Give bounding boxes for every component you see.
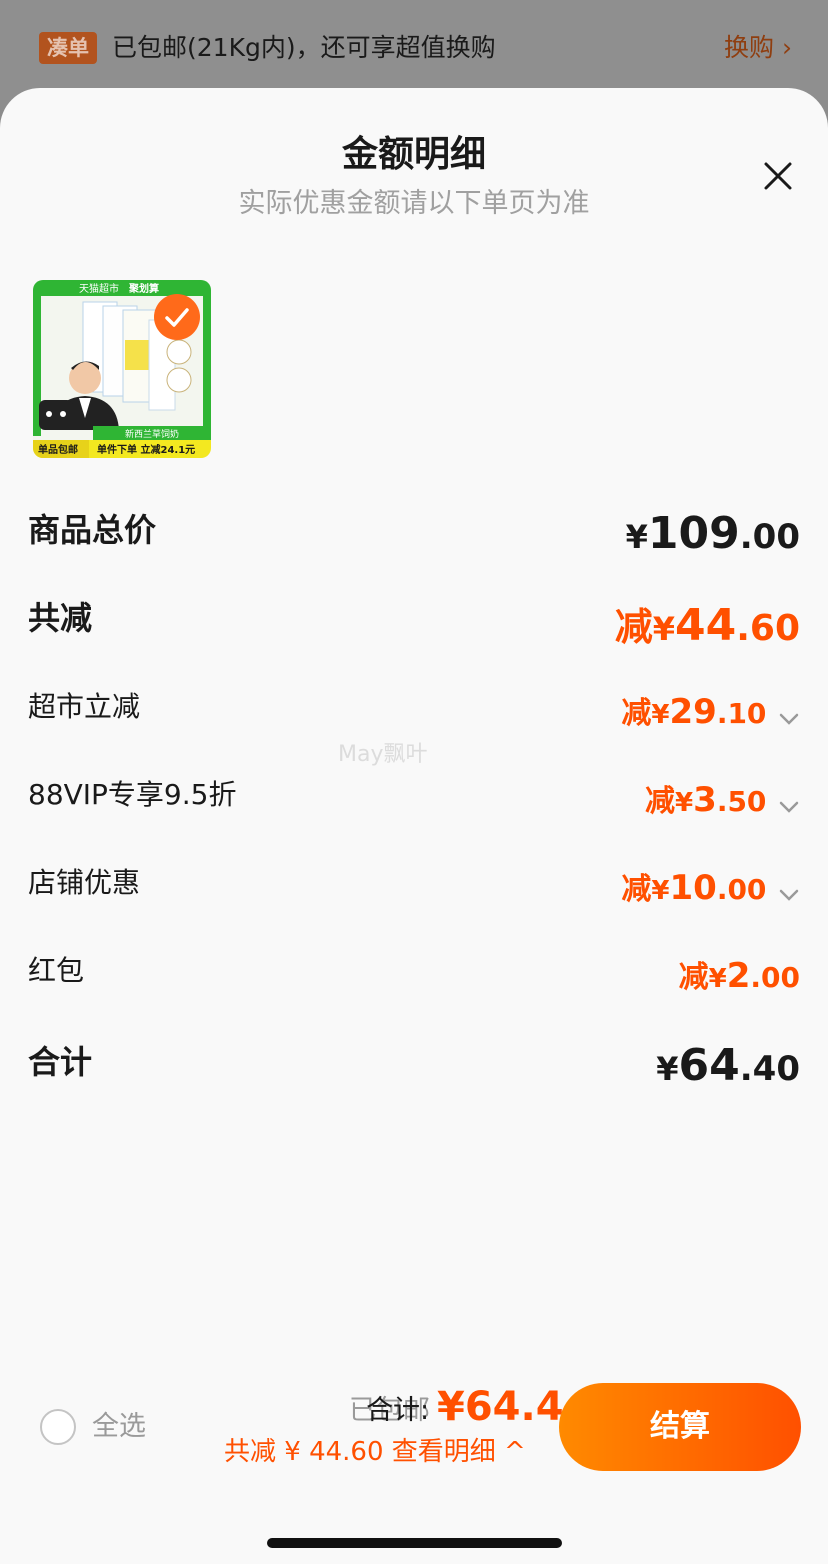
badge-left-text: 单品包邮	[38, 443, 78, 456]
chevron-down-icon[interactable]	[778, 800, 800, 814]
sum-value: ¥64.4	[437, 1384, 564, 1430]
row-goods-total: 商品总价 ¥109.00	[28, 508, 800, 559]
row-label: 88VIP专享9.5折	[28, 778, 237, 811]
row-value: ¥109.00	[625, 508, 800, 559]
amount-detail-sheet: 金额明细 实际优惠金额请以下单页为准 天猫超市 聚划算 新西兰草饲奶 单品包邮 …	[0, 88, 828, 1564]
close-icon[interactable]	[762, 160, 794, 192]
row-value: 减¥10.00	[621, 864, 800, 908]
row-grand-total: 合计 ¥64.40	[28, 1040, 800, 1091]
row-label: 超市立减	[28, 690, 141, 723]
sum-label: 合计:	[366, 1395, 430, 1426]
banner-left-text: 天猫超市	[79, 282, 119, 295]
free-shipping-hint: 已包邮(21Kg内)，还可享超值换购	[112, 33, 496, 62]
chevron-down-icon[interactable]	[778, 888, 800, 902]
row-label: 店铺优惠	[28, 866, 141, 899]
row-label: 共减	[28, 599, 93, 637]
row-label: 合计	[28, 1043, 93, 1081]
selected-check-icon[interactable]	[154, 294, 200, 340]
row-88vip-discount[interactable]: 88VIP专享9.5折 减¥3.50	[28, 776, 800, 820]
watermark: May飘叶	[338, 742, 428, 767]
chevron-down-icon[interactable]	[778, 712, 800, 726]
sheet-title: 金额明细	[341, 134, 486, 175]
row-supermarket-discount[interactable]: 超市立减 减¥29.10	[28, 688, 800, 732]
cart-top-banner: 凑单 已包邮(21Kg内)，还可享超值换购 换购 ›	[0, 0, 828, 100]
view-detail-link[interactable]: 共减 ¥ 44.60 查看明细 ^	[224, 1432, 526, 1472]
sheet-subtitle: 实际优惠金额请以下单页为准	[238, 188, 590, 219]
row-total-reduction: 共减 减¥44.60	[28, 596, 800, 651]
row-value: 减¥29.10	[621, 688, 800, 732]
checkout-button[interactable]: 结算	[559, 1383, 801, 1471]
row-label: 商品总价	[28, 511, 157, 549]
select-all-radio[interactable]	[40, 1409, 76, 1445]
badge-right-text: 单件下单 立减24.1元	[97, 443, 195, 456]
row-value: 减¥44.60	[614, 600, 800, 651]
row-value: ¥64.40	[656, 1040, 800, 1091]
select-all-label[interactable]: 全选	[92, 1408, 146, 1446]
row-store-discount[interactable]: 店铺优惠 减¥10.00	[28, 864, 800, 908]
row-value: 减¥2.00	[678, 956, 800, 996]
row-value: 减¥3.50	[645, 776, 800, 820]
coudan-tag: 凑单	[39, 32, 97, 64]
exchange-link[interactable]: 换购 ›	[724, 28, 792, 68]
row-label: 红包	[28, 954, 85, 987]
product-label-text: 新西兰草饲奶	[125, 428, 179, 440]
row-red-packet: 红包 减¥2.00	[28, 952, 800, 996]
home-indicator	[267, 1538, 562, 1548]
checkout-bar: 全选 已包邮 合计: ¥64.4 共减 ¥ 44.60 查看明细 ^ 结算	[0, 1376, 828, 1496]
